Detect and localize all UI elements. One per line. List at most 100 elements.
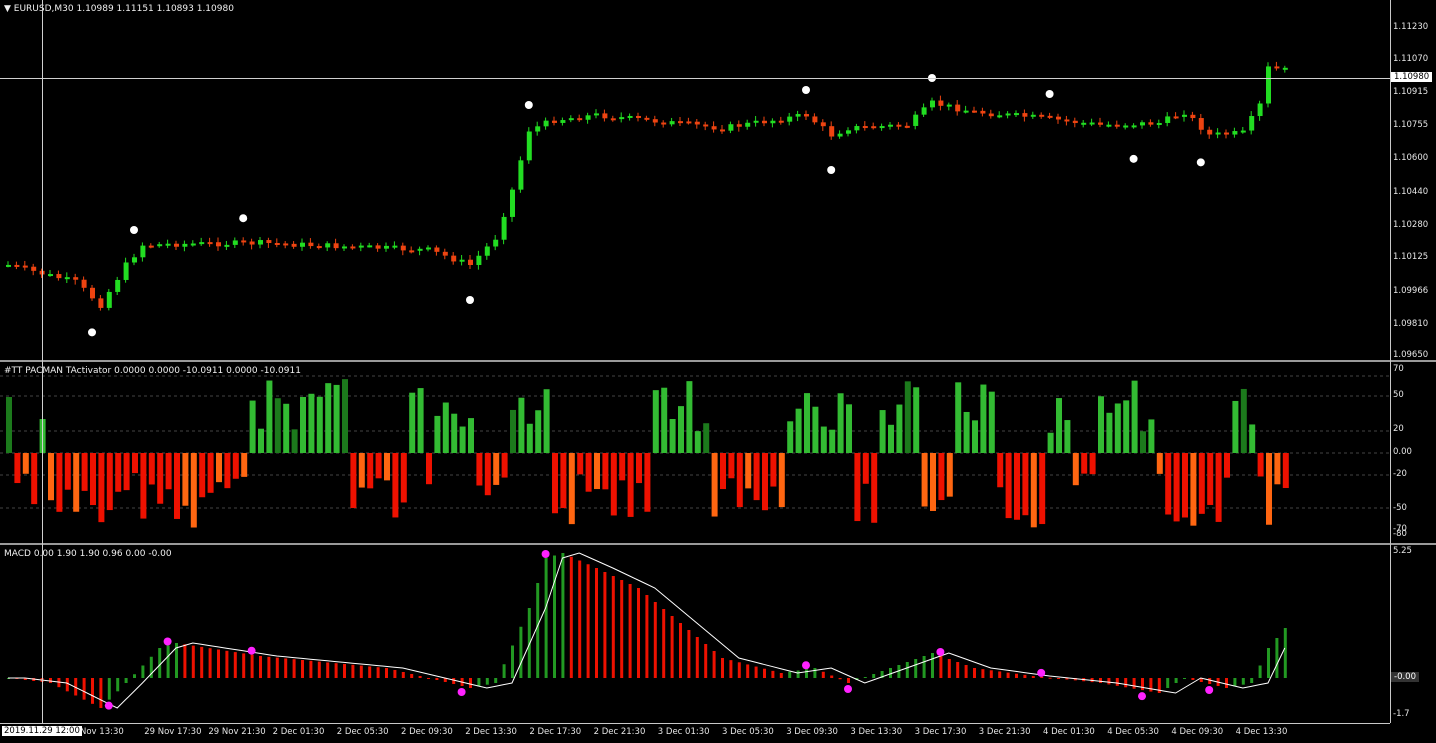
pacman-bar (1232, 400, 1239, 453)
macd-bar (578, 560, 582, 678)
macd-bar (191, 645, 195, 678)
time-axis-label: 2 Dec 17:30 (529, 727, 582, 737)
candle (434, 247, 440, 252)
pacman-bar (619, 453, 626, 481)
pacman-bar (1140, 431, 1146, 453)
pacman-bar (980, 384, 987, 453)
pacman-bar (997, 453, 1004, 488)
candle (241, 240, 247, 243)
candle (199, 242, 205, 245)
candle (384, 245, 389, 249)
candle (451, 255, 457, 262)
candle (174, 243, 179, 247)
pacman-axis-label: 20 (1393, 424, 1404, 434)
candle (669, 121, 675, 125)
candle (442, 251, 448, 256)
candle (1232, 131, 1238, 135)
pacman-bar (1224, 453, 1230, 478)
candle (106, 291, 112, 308)
pacman-bar (384, 453, 390, 481)
macd-bar (225, 650, 229, 678)
pacman-bar (476, 453, 483, 486)
candle (518, 160, 524, 190)
pacman-bar (1022, 453, 1029, 516)
pacman-bar (955, 382, 962, 453)
candle (165, 243, 171, 246)
macd-signal-dot (844, 685, 852, 693)
pacman-bar (879, 410, 886, 453)
pacman-bar (1165, 453, 1172, 515)
pacman-bar (426, 453, 432, 485)
time-axis-label: 3 Dec 21:30 (978, 727, 1031, 737)
macd-bar (1023, 674, 1027, 678)
candle (552, 120, 557, 123)
pacman-bar (14, 453, 21, 484)
pacman-bar (644, 453, 651, 512)
candle (1131, 125, 1137, 128)
price-axis-label: 1.09966 (1393, 286, 1429, 296)
candle (846, 130, 851, 134)
candle (1182, 114, 1187, 117)
pacman-bar (358, 453, 365, 488)
macd-bar (1048, 677, 1052, 679)
macd-bar (838, 678, 842, 680)
macd-bar (91, 678, 94, 704)
candle (585, 115, 591, 120)
candle (594, 113, 599, 116)
candle (787, 116, 793, 122)
pacman-bar (291, 429, 298, 453)
macd-histogram[interactable] (0, 545, 1390, 723)
candle (258, 240, 263, 245)
candle (123, 262, 129, 280)
time-axis-selected-label: 2019.11.29 12:00 (2, 726, 82, 736)
price-axis-label: 1.11230 (1393, 22, 1429, 32)
pacman-bar (627, 453, 634, 517)
pacman-bar (778, 453, 785, 508)
candle (568, 118, 574, 121)
pacman-bar (81, 453, 88, 491)
price-axis-label: 1.09650 (1393, 350, 1429, 360)
candle (753, 120, 759, 123)
macd-indicator-pane[interactable]: MACD 0.00 1.90 1.90 0.96 0.00 -0.00 (0, 545, 1390, 723)
price-axis-label: 1.09810 (1393, 319, 1429, 329)
pacman-bar (770, 453, 777, 487)
signal-dot (239, 214, 248, 223)
pacman-histogram[interactable] (0, 362, 1390, 542)
pacman-bar (98, 453, 105, 523)
pacman-bar (1266, 453, 1272, 525)
candle (1266, 66, 1271, 104)
price-chart-pane[interactable]: ▼ EURUSD,M30 1.10989 1.11151 1.10893 1.1… (0, 0, 1390, 360)
price-axis-label: 1.11070 (1393, 54, 1429, 64)
candle (745, 122, 751, 127)
candle (64, 277, 70, 280)
pacman-bar (904, 381, 911, 453)
pacman-bar (535, 410, 542, 453)
candle (115, 279, 121, 292)
macd-bar (746, 664, 750, 678)
macd-bar (947, 659, 951, 678)
candlestick-chart[interactable] (0, 0, 1390, 360)
pacman-bar (1274, 453, 1281, 485)
macd-bar (1149, 678, 1153, 692)
macd-signal-dot (247, 646, 256, 655)
pacman-indicator-pane[interactable]: #TT PACMAN TActivator 0.0000 0.0000 -10.… (0, 362, 1390, 542)
macd-bar (133, 674, 136, 678)
candle (694, 121, 700, 125)
candle (207, 242, 213, 245)
candle (1173, 116, 1179, 119)
macd-bar (569, 556, 573, 678)
price-axis-label: 1.10125 (1393, 252, 1429, 262)
candle (148, 245, 154, 248)
pacman-bar (795, 408, 802, 453)
pacman-bar (157, 453, 164, 504)
pacman-bar (308, 393, 315, 453)
macd-bar (1183, 678, 1186, 679)
pacman-bar (1005, 453, 1012, 519)
candle (1207, 129, 1213, 135)
price-axis[interactable] (1390, 0, 1436, 723)
pacman-bar (526, 423, 533, 453)
macd-signal-dot (1037, 668, 1046, 677)
macd-bar (595, 568, 598, 678)
pacman-bar (745, 453, 752, 489)
macd-bar (1115, 678, 1119, 686)
